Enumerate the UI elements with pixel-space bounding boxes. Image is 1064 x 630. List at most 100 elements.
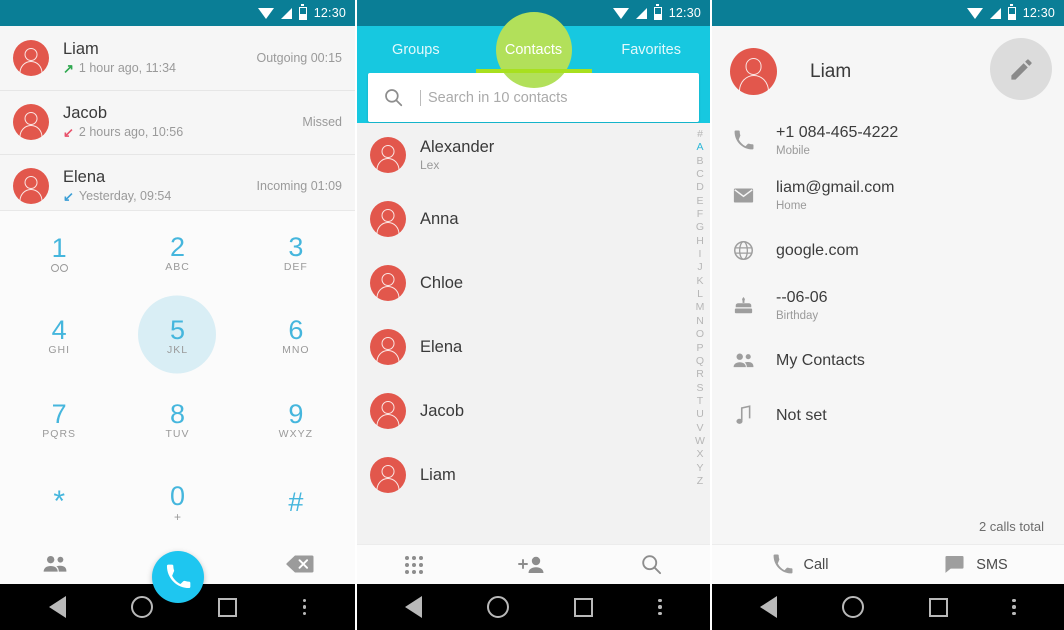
contact-name: Alexander bbox=[420, 138, 495, 156]
dialpad-key-1[interactable]: 1 bbox=[0, 211, 118, 294]
recents-square-icon[interactable] bbox=[218, 597, 238, 617]
tab-groups[interactable]: Groups bbox=[357, 26, 475, 73]
dialpad-key-6[interactable]: 6 MNO bbox=[237, 294, 355, 377]
alphabet-index-letter[interactable]: E bbox=[696, 195, 703, 208]
alphabet-index-letter[interactable]: M bbox=[696, 301, 705, 314]
key-digit: 8 bbox=[169, 398, 185, 429]
alphabet-index-letter[interactable]: I bbox=[699, 248, 702, 261]
list-item[interactable]: Elena bbox=[357, 315, 710, 379]
alphabet-index-letter[interactable]: N bbox=[696, 315, 704, 328]
alphabet-index-letter[interactable]: C bbox=[696, 168, 704, 181]
tab-contacts[interactable]: Contacts bbox=[475, 11, 593, 88]
detail-row-ringtone[interactable]: Not set bbox=[712, 388, 1064, 443]
alphabet-index-letter[interactable]: W bbox=[695, 435, 705, 448]
call-time: 2 hours ago, 10:56 bbox=[78, 125, 184, 139]
home-circle-icon[interactable] bbox=[841, 596, 864, 618]
back-triangle-icon[interactable] bbox=[405, 596, 423, 618]
caller-name: Jacob bbox=[63, 104, 108, 122]
alphabet-index-letter[interactable]: X bbox=[696, 448, 703, 461]
list-item[interactable]: Liam bbox=[357, 443, 710, 507]
avatar[interactable] bbox=[370, 329, 406, 365]
detail-row-email[interactable]: liam@gmail.com Home bbox=[712, 168, 1064, 223]
call-log-row[interactable]: Liam ↗ 1 hour ago, 11:34 Outgoing 00:15 bbox=[0, 26, 355, 90]
recents-square-icon[interactable] bbox=[574, 597, 594, 617]
search-icon[interactable] bbox=[641, 554, 662, 575]
avatar[interactable] bbox=[370, 201, 406, 237]
call-log-row[interactable]: Jacob ↙ 2 hours ago, 10:56 Missed bbox=[0, 90, 355, 154]
key-letters: GHI bbox=[48, 344, 70, 357]
alphabet-index-letter[interactable]: Y bbox=[696, 462, 703, 475]
key-digit: 5 bbox=[169, 315, 185, 346]
back-triangle-icon[interactable] bbox=[48, 596, 66, 618]
recents-square-icon[interactable] bbox=[928, 597, 948, 617]
list-item[interactable]: Jacob bbox=[357, 379, 710, 443]
avatar[interactable] bbox=[370, 393, 406, 429]
dialpad-key-4[interactable]: 4 GHI bbox=[0, 294, 118, 377]
list-item[interactable]: Chloe bbox=[357, 251, 710, 315]
overflow-menu-icon[interactable] bbox=[658, 598, 662, 616]
alphabet-index-letter[interactable]: A bbox=[696, 141, 703, 154]
alphabet-index-letter[interactable]: D bbox=[696, 181, 704, 194]
detail-row-website[interactable]: google.com bbox=[712, 223, 1064, 278]
edit-contact-button[interactable] bbox=[990, 38, 1052, 100]
alphabet-index-letter[interactable]: H bbox=[696, 235, 704, 248]
dialpad-key-star[interactable]: * bbox=[0, 461, 118, 544]
detail-row-birthday[interactable]: --06-06 Birthday bbox=[712, 278, 1064, 333]
home-circle-icon[interactable] bbox=[487, 596, 510, 618]
detail-row-phone[interactable]: +1 084-465-4222 Mobile bbox=[712, 113, 1064, 168]
pencil-icon bbox=[1010, 58, 1032, 80]
alphabet-index-letter[interactable]: Z bbox=[697, 475, 703, 488]
call-button[interactable] bbox=[151, 551, 204, 603]
alphabet-index-letter[interactable]: V bbox=[696, 422, 703, 435]
alphabet-index-letter[interactable]: S bbox=[696, 382, 703, 395]
alphabet-index-letter[interactable]: U bbox=[696, 408, 704, 421]
sms-action-button[interactable]: SMS bbox=[888, 555, 1064, 574]
call-log-row[interactable]: Elena ↙ Yesterday, 09:54 Incoming 01:09 bbox=[0, 154, 355, 218]
status-bar: 12:30 bbox=[712, 0, 1064, 26]
overflow-menu-icon[interactable] bbox=[1012, 598, 1016, 616]
people-icon[interactable] bbox=[42, 554, 68, 574]
battery-icon bbox=[298, 4, 307, 20]
dialpad-key-7[interactable]: 7 PQRS bbox=[0, 378, 118, 461]
avatar[interactable] bbox=[370, 457, 406, 493]
list-item[interactable]: Alexander Lex bbox=[357, 123, 710, 187]
call-action-button[interactable]: Call bbox=[712, 554, 888, 575]
alphabet-index-letter[interactable]: L bbox=[697, 288, 703, 301]
dialpad-key-9[interactable]: 9 WXYZ bbox=[237, 378, 355, 461]
avatar[interactable] bbox=[370, 265, 406, 301]
alphabet-index-letter[interactable]: R bbox=[696, 368, 704, 381]
alphabet-index-letter[interactable]: G bbox=[696, 221, 704, 234]
avatar[interactable] bbox=[730, 48, 777, 95]
dialpad-key-8[interactable]: 8 TUV bbox=[118, 378, 236, 461]
alphabet-index-letter[interactable]: T bbox=[697, 395, 703, 408]
tab-favorites[interactable]: Favorites bbox=[592, 26, 710, 73]
alphabet-index-letter[interactable]: P bbox=[696, 342, 703, 355]
caller-name: Liam bbox=[63, 40, 99, 58]
overflow-menu-icon[interactable] bbox=[302, 598, 307, 616]
detail-row-group[interactable]: My Contacts bbox=[712, 333, 1064, 388]
person-add-icon[interactable] bbox=[518, 555, 546, 575]
dialpad-key-5[interactable]: 5 JKL bbox=[118, 294, 236, 377]
alphabet-index-letter[interactable]: F bbox=[697, 208, 703, 221]
avatar[interactable] bbox=[13, 168, 49, 204]
dialpad-key-hash[interactable]: # bbox=[237, 461, 355, 544]
alphabet-index-letter[interactable]: J bbox=[697, 261, 702, 274]
dialpad-key-2[interactable]: 2 ABC bbox=[118, 211, 236, 294]
alphabet-index[interactable]: # A B C D E F G H I J K L M N O P Q R S T U V W X Y Z bbox=[692, 128, 708, 540]
dialpad-key-3[interactable]: 3 DEF bbox=[237, 211, 355, 294]
back-triangle-icon[interactable] bbox=[760, 596, 778, 618]
list-item[interactable]: Anna bbox=[357, 187, 710, 251]
alphabet-index-letter[interactable]: O bbox=[696, 328, 704, 341]
avatar[interactable] bbox=[13, 40, 49, 76]
alphabet-index-letter[interactable]: K bbox=[696, 275, 703, 288]
avatar[interactable] bbox=[13, 104, 49, 140]
dialpad-icon[interactable] bbox=[404, 555, 423, 574]
alphabet-index-letter[interactable]: B bbox=[696, 155, 703, 168]
dialpad-key-0[interactable]: 0 + bbox=[118, 461, 236, 544]
calls-total-label: 2 calls total bbox=[978, 519, 1044, 534]
avatar[interactable] bbox=[370, 137, 406, 173]
home-circle-icon[interactable] bbox=[131, 596, 154, 618]
alphabet-index-letter[interactable]: Q bbox=[696, 355, 704, 368]
alphabet-index-letter[interactable]: # bbox=[697, 128, 703, 141]
backspace-icon[interactable] bbox=[285, 554, 314, 574]
